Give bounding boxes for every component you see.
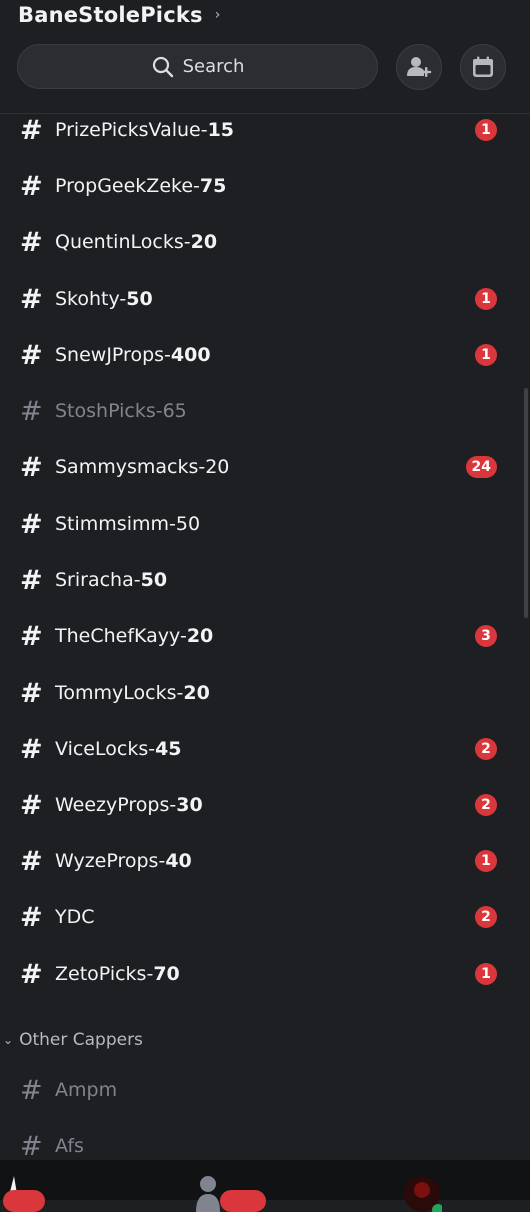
channel-name: WyzeProps-40: [55, 850, 192, 872]
channel-ydc[interactable]: # YDC 2: [0, 889, 520, 945]
text-channel-icon: #: [20, 283, 43, 315]
server-name-button[interactable]: BaneStolePicks ›: [18, 0, 221, 30]
search-label: Search: [182, 56, 245, 77]
channel-name: TheChefKayy-20: [55, 625, 214, 647]
server-avatar-icon[interactable]: [402, 1172, 442, 1212]
text-channel-icon: #: [20, 226, 43, 258]
channel-sriracha[interactable]: # Sriracha-50: [0, 552, 520, 608]
channel-propgeekzeke[interactable]: # PropGeekZeke-75: [0, 158, 520, 214]
unread-badge: 1: [475, 119, 497, 141]
chevron-down-icon: ⌄: [3, 1033, 14, 1047]
text-channel-icon: #: [20, 1130, 43, 1162]
channel-name: PrizePicksValue-15: [55, 119, 235, 141]
channel-tommylocks[interactable]: # TommyLocks-20: [0, 665, 520, 721]
channel-stimmsimm[interactable]: # Stimmsimm-50: [0, 496, 520, 552]
channel-thechefkayy[interactable]: # TheChefKayy-20 3: [0, 608, 520, 664]
channel-sammysmacks[interactable]: # Sammysmacks-20 24: [0, 439, 520, 495]
channel-snewjprops[interactable]: # SnewJProps-400 1: [0, 327, 520, 383]
unread-badge: 1: [475, 288, 497, 310]
unread-badge: 3: [475, 625, 497, 647]
channel-zetopicks[interactable]: # ZetoPicks-70 1: [0, 946, 520, 1002]
channel-name: QuentinLocks-20: [55, 231, 218, 253]
channel-quentinlocks[interactable]: # QuentinLocks-20: [0, 214, 520, 270]
text-channel-icon: #: [20, 564, 43, 596]
text-channel-icon: #: [20, 733, 43, 765]
unread-badge: 24: [465, 456, 497, 478]
scrollbar[interactable]: [524, 388, 528, 618]
channel-name: Afs: [55, 1135, 84, 1157]
events-button[interactable]: [460, 44, 506, 90]
text-channel-icon: #: [20, 508, 43, 540]
home-notification-badge: [3, 1190, 45, 1212]
header: BaneStolePicks › Search: [0, 0, 530, 113]
text-channel-icon: #: [20, 1074, 43, 1106]
channel-name: Sriracha-50: [55, 569, 168, 591]
text-channel-icon: #: [20, 395, 43, 427]
friends-notification-badge: [220, 1190, 266, 1212]
channel-ampm[interactable]: # Ampm: [0, 1062, 520, 1118]
channel-weezyprops[interactable]: # WeezyProps-30 2: [0, 777, 520, 833]
channel-name: PropGeekZeke-75: [55, 175, 227, 197]
server-name: BaneStolePicks: [18, 3, 203, 27]
search-button[interactable]: Search: [17, 44, 378, 89]
channel-name: ZetoPicks-70: [55, 963, 180, 985]
channel-name: SnewJProps-400: [55, 344, 211, 366]
bottom-navigation: [0, 1160, 530, 1212]
unread-badge: 2: [475, 906, 497, 928]
channel-name: Stimmsimm-50: [55, 513, 201, 535]
channel-vicelocks[interactable]: # ViceLocks-45 2: [0, 721, 520, 777]
text-channel-icon: #: [20, 170, 43, 202]
text-channel-icon: #: [20, 620, 43, 652]
unread-badge: 1: [475, 850, 497, 872]
text-channel-icon: #: [20, 339, 43, 371]
unread-badge: 1: [475, 963, 497, 985]
channel-name: Sammysmacks-20: [55, 456, 230, 478]
text-channel-icon: #: [20, 677, 43, 709]
category-other-cappers[interactable]: ⌄ Other Cappers: [0, 1026, 143, 1054]
chevron-right-icon: ›: [214, 7, 221, 23]
channel-name: ViceLocks-45: [55, 738, 182, 760]
channel-name: Skohty-50: [55, 288, 153, 310]
unread-badge: 1: [475, 344, 497, 366]
channel-name: Ampm: [55, 1079, 118, 1101]
channel-name: StoshPicks-65: [55, 400, 187, 422]
text-channel-icon: #: [20, 789, 43, 821]
text-channel-icon: #: [20, 845, 43, 877]
channel-name: WeezyProps-30: [55, 794, 203, 816]
channel-prizepicksvalue[interactable]: # PrizePicksValue-15 1: [0, 102, 520, 158]
channel-skohty[interactable]: # Skohty-50 1: [0, 271, 520, 327]
text-channel-icon: #: [20, 114, 43, 146]
calendar-icon: [473, 56, 493, 77]
channel-name: TommyLocks-20: [55, 682, 210, 704]
invite-user-icon: [407, 57, 432, 77]
text-channel-icon: #: [20, 901, 43, 933]
search-icon: [152, 56, 173, 77]
invite-button[interactable]: [396, 44, 442, 90]
channel-stoshpicks[interactable]: # StoshPicks-65: [0, 383, 520, 439]
unread-badge: 2: [475, 738, 497, 760]
text-channel-icon: #: [20, 958, 43, 990]
channel-name: YDC: [55, 906, 95, 928]
channel-wyzeprops[interactable]: # WyzeProps-40 1: [0, 833, 520, 889]
category-label: Other Cappers: [19, 1030, 143, 1050]
text-channel-icon: #: [20, 451, 43, 483]
unread-badge: 2: [475, 794, 497, 816]
